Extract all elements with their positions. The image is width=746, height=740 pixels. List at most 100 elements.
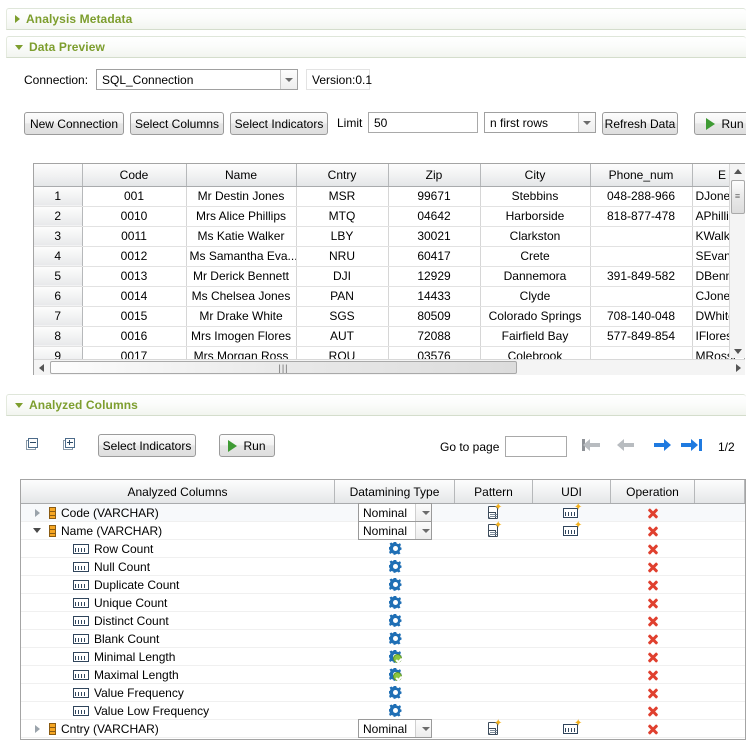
delete-icon[interactable] (646, 650, 660, 664)
indicator-row[interactable]: Duplicate Count (21, 576, 745, 594)
pattern-icon[interactable]: ✦ (486, 523, 502, 539)
udi-icon[interactable]: ✦ (563, 722, 581, 735)
chevron-down-icon[interactable] (415, 720, 431, 737)
scroll-right-arrow[interactable] (731, 360, 745, 376)
column-header-spacer[interactable] (695, 480, 745, 503)
grid-header-code[interactable]: Code (82, 164, 186, 186)
new-connection-button[interactable]: New Connection (24, 112, 124, 135)
grid-header-name[interactable]: Name (186, 164, 296, 186)
gear-icon[interactable] (388, 595, 403, 610)
analyzed-column-row[interactable]: Code (VARCHAR)Nominal✦✦ (21, 504, 745, 522)
select-columns-button[interactable]: Select Columns (130, 112, 224, 135)
indicator-row[interactable]: Blank Count (21, 630, 745, 648)
grid-row[interactable]: 20010Mrs Alice PhillipsMTQ04642Harborsid… (34, 206, 745, 226)
indicator-row[interactable]: Maximal Length (21, 666, 745, 684)
gear-icon[interactable] (388, 577, 403, 592)
grid-horizontal-scrollbar[interactable]: ||| (34, 359, 745, 375)
tree-collapsed-icon[interactable] (31, 725, 43, 733)
datamining-type-select[interactable]: Nominal (358, 719, 432, 738)
grid-row[interactable]: 30011Ms Katie WalkerLBY30021ClarkstonKWa… (34, 226, 745, 246)
grid-row[interactable]: 70015Mr Drake WhiteSGS80509Colorado Spri… (34, 306, 745, 326)
run-preview-button[interactable]: Run (694, 112, 746, 135)
last-page-button[interactable] (680, 437, 702, 453)
column-header-operation[interactable]: Operation (611, 480, 695, 503)
grid-header-phone_num[interactable]: Phone_num (590, 164, 692, 186)
tree-collapsed-icon[interactable] (31, 509, 43, 517)
delete-icon[interactable] (646, 578, 660, 592)
gear-checked-icon[interactable] (388, 667, 403, 682)
column-header-datamining-type[interactable]: Datamining Type (335, 480, 455, 503)
datamining-type-select[interactable]: Nominal (358, 521, 432, 540)
connection-select[interactable]: SQL_Connection (96, 69, 298, 90)
column-header-analyzed-columns[interactable]: Analyzed Columns (21, 480, 335, 503)
grid-header-zip[interactable]: Zip (388, 164, 480, 186)
column-header-pattern[interactable]: Pattern (455, 480, 533, 503)
next-page-button[interactable] (650, 437, 672, 453)
delete-icon[interactable] (646, 722, 660, 736)
delete-icon[interactable] (646, 686, 660, 700)
previous-page-button[interactable] (616, 437, 638, 453)
datamining-type-select[interactable]: Nominal (358, 503, 432, 522)
indicator-row[interactable]: Value Low Frequency (21, 702, 745, 720)
grid-row[interactable]: 80016Mrs Imogen FloresAUT72088Fairfield … (34, 326, 745, 346)
delete-icon[interactable] (646, 506, 660, 520)
delete-icon[interactable] (646, 524, 660, 538)
grid-vertical-scrollbar[interactable]: ≡ (729, 164, 745, 358)
first-page-button[interactable] (582, 437, 604, 453)
gear-icon[interactable] (388, 631, 403, 646)
grid-vertical-scroll-thumb[interactable]: ≡ (731, 180, 745, 214)
gear-icon[interactable] (388, 559, 403, 574)
delete-icon[interactable] (646, 542, 660, 556)
section-header-data-preview[interactable]: Data Preview (6, 36, 746, 58)
indicator-row[interactable]: Value Frequency (21, 684, 745, 702)
chevron-down-icon[interactable] (578, 113, 595, 132)
scroll-left-arrow[interactable] (34, 360, 48, 376)
chevron-down-icon[interactable] (15, 45, 23, 50)
delete-icon[interactable] (646, 704, 660, 718)
delete-icon[interactable] (646, 560, 660, 574)
grid-header-city[interactable]: City (480, 164, 590, 186)
rows-mode-select[interactable]: n first rows (484, 112, 596, 133)
chevron-down-icon[interactable] (415, 504, 431, 521)
grid-row[interactable]: 60014Ms Chelsea JonesPAN14433ClydeCJones (34, 286, 745, 306)
udi-icon[interactable]: ✦ (563, 506, 581, 519)
gear-checked-icon[interactable] (388, 649, 403, 664)
delete-icon[interactable] (646, 614, 660, 628)
delete-icon[interactable] (646, 632, 660, 646)
grid-row[interactable]: 1001Mr Destin JonesMSR99671Stebbins048-2… (34, 186, 745, 206)
gear-icon[interactable] (388, 613, 403, 628)
column-header-udi[interactable]: UDI (533, 480, 611, 503)
grid-horizontal-scroll-thumb[interactable]: ||| (50, 361, 517, 374)
delete-icon[interactable] (646, 596, 660, 610)
scroll-down-arrow[interactable] (730, 344, 746, 358)
scroll-up-arrow[interactable] (730, 164, 746, 178)
analyzed-column-row[interactable]: Name (VARCHAR)Nominal✦✦ (21, 522, 745, 540)
analyzed-select-indicators-button[interactable]: Select Indicators (98, 434, 196, 457)
indicator-row[interactable]: Minimal Length (21, 648, 745, 666)
pattern-icon[interactable]: ✦ (486, 505, 502, 521)
indicator-row[interactable]: Distinct Count (21, 612, 745, 630)
analyzed-column-row[interactable]: Cntry (VARCHAR)Nominal✦✦ (21, 720, 745, 738)
grid-row[interactable]: 40012Ms Samantha Eva...NRU60417CreteSEva… (34, 246, 745, 266)
indicator-row[interactable]: Row Count (21, 540, 745, 558)
chevron-right-icon[interactable] (15, 15, 20, 23)
gear-icon[interactable] (388, 703, 403, 718)
gear-icon[interactable] (388, 685, 403, 700)
analyzed-run-button[interactable]: Run (219, 434, 275, 457)
goto-page-input[interactable] (505, 436, 567, 457)
select-indicators-button[interactable]: Select Indicators (230, 112, 328, 135)
chevron-down-icon[interactable] (280, 70, 297, 89)
indicator-row[interactable]: Null Count (21, 558, 745, 576)
section-header-analyzed-columns[interactable]: Analyzed Columns (6, 394, 746, 416)
refresh-data-button[interactable]: Refresh Data (602, 112, 678, 135)
grid-header-rownum[interactable] (34, 164, 82, 186)
pattern-icon[interactable]: ✦ (486, 721, 502, 737)
udi-icon[interactable]: ✦ (563, 524, 581, 537)
chevron-down-icon[interactable] (15, 403, 23, 408)
chevron-down-icon[interactable] (415, 522, 431, 539)
delete-icon[interactable] (646, 668, 660, 682)
grid-row[interactable]: 50013Mr Derick BennettDJI12929Dannemora3… (34, 266, 745, 286)
indicator-row[interactable]: Unique Count (21, 594, 745, 612)
tree-expanded-icon[interactable] (31, 527, 43, 535)
grid-header-cntry[interactable]: Cntry (296, 164, 388, 186)
